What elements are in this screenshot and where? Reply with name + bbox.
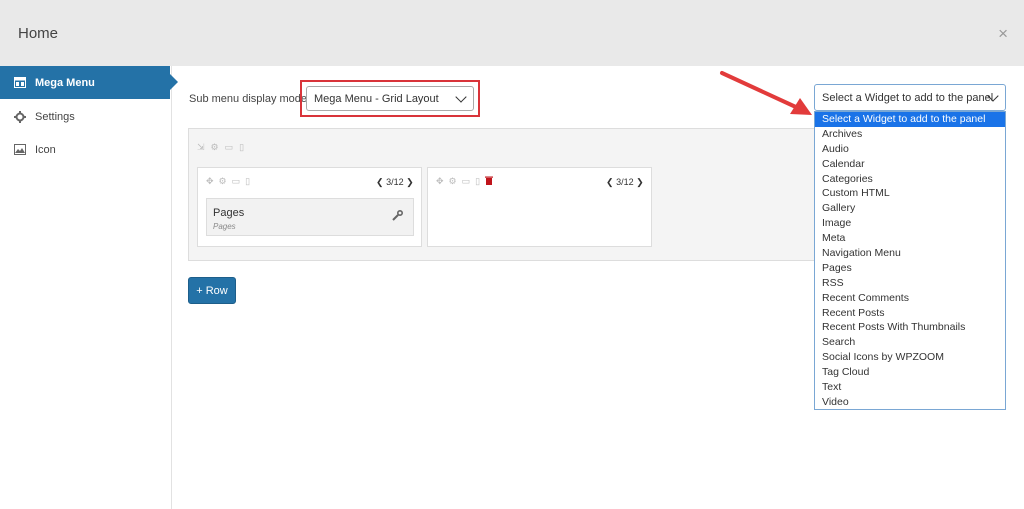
dropdown-option[interactable]: Gallery (815, 201, 1005, 216)
gear-icon (14, 110, 26, 123)
dropdown-option[interactable]: Tag Cloud (815, 365, 1005, 380)
mobile-icon[interactable]: ▯ (475, 176, 480, 187)
chevron-left-icon[interactable]: ❮ (376, 177, 384, 187)
desktop-icon[interactable]: ▭ (225, 142, 234, 153)
gear-icon[interactable]: ⚙ (219, 176, 227, 187)
widget-dropdown-list: Select a Widget to add to the panel Arch… (814, 111, 1006, 410)
dropdown-option[interactable]: Navigation Menu (815, 246, 1005, 261)
dropdown-option[interactable]: Text (815, 380, 1005, 395)
modal-header: Home × (0, 0, 1024, 66)
column-width-label: 3/12 (616, 177, 634, 187)
dropdown-option[interactable]: Recent Posts With Thumbnails (815, 320, 1005, 335)
dropdown-option[interactable]: Categories (815, 172, 1005, 187)
sidebar-item-icon[interactable]: Icon (0, 133, 172, 166)
submenu-mode-value: Mega Menu - Grid Layout (314, 92, 439, 105)
desktop-icon[interactable]: ▭ (232, 176, 241, 187)
dropdown-option[interactable]: Social Icons by WPZOOM (815, 350, 1005, 365)
desktop-icon[interactable]: ▭ (462, 176, 471, 187)
grid-column: ✥ ⚙ ▭ ▯ ❮ 3/12 ❯ (427, 167, 652, 247)
dropdown-option[interactable]: Search (815, 335, 1005, 350)
move-icon[interactable]: ✥ (436, 176, 444, 187)
chevron-right-icon[interactable]: ❯ (636, 177, 644, 187)
close-icon[interactable]: × (998, 24, 1008, 44)
column-width-control[interactable]: ❮ 3/12 ❯ (376, 177, 414, 188)
gear-icon[interactable]: ⚙ (449, 176, 457, 187)
mega-menu-icon (14, 77, 26, 89)
dropdown-option[interactable]: Archives (815, 127, 1005, 142)
column-width-label: 3/12 (386, 177, 404, 187)
dropdown-option[interactable]: Custom HTML (815, 186, 1005, 201)
modal-title: Home (18, 25, 59, 42)
column-width-control[interactable]: ❮ 3/12 ❯ (606, 177, 644, 188)
dropdown-option[interactable]: Recent Comments (815, 291, 1005, 306)
sidebar-item-mega-menu[interactable]: Mega Menu (0, 66, 178, 99)
widget-item[interactable]: Pages Pages (206, 198, 414, 236)
trash-icon[interactable] (485, 176, 494, 187)
dropdown-option[interactable]: Recent Posts (815, 306, 1005, 321)
image-icon (14, 144, 26, 156)
widget-subtitle: Pages (213, 222, 236, 231)
dropdown-option[interactable]: Image (815, 216, 1005, 231)
widget-select-value: Select a Widget to add to the panel (822, 91, 994, 104)
chevron-right-icon[interactable]: ❯ (406, 177, 414, 187)
sidebar-item-label: Settings (35, 110, 75, 123)
sidebar-item-label: Icon (35, 143, 56, 156)
dropdown-option[interactable]: RSS (815, 276, 1005, 291)
sidebar: Mega Menu Settings Icon (0, 66, 178, 509)
gear-icon[interactable]: ⚙ (211, 142, 219, 153)
submenu-mode-select[interactable]: Mega Menu - Grid Layout (306, 86, 474, 111)
widget-title: Pages (213, 207, 245, 219)
dropdown-option[interactable]: Calendar (815, 157, 1005, 172)
widget-select[interactable]: Select a Widget to add to the panel (814, 84, 1006, 111)
sidebar-item-settings[interactable]: Settings (0, 100, 172, 133)
sidebar-item-label: Mega Menu (35, 76, 95, 89)
submenu-mode-label: Sub menu display mode (189, 93, 308, 105)
annotation-arrow-icon (720, 71, 812, 115)
collapse-icon[interactable]: ⇲ (197, 142, 205, 153)
move-icon[interactable]: ✥ (206, 176, 214, 187)
dropdown-option[interactable]: Meta (815, 231, 1005, 246)
mobile-icon[interactable]: ▯ (245, 176, 250, 187)
dropdown-option[interactable]: Audio (815, 142, 1005, 157)
chevron-down-icon (455, 91, 467, 103)
wrench-icon[interactable] (392, 209, 404, 224)
dropdown-option[interactable]: Video (815, 395, 1005, 410)
dropdown-option[interactable]: Pages (815, 261, 1005, 276)
dropdown-option[interactable]: Select a Widget to add to the panel (815, 112, 1005, 127)
chevron-left-icon[interactable]: ❮ (606, 177, 614, 187)
add-row-button[interactable]: + Row (188, 277, 236, 304)
row-toolbar: ⇲ ⚙ ▭ ▯ (197, 142, 244, 153)
mobile-icon[interactable]: ▯ (239, 142, 244, 153)
